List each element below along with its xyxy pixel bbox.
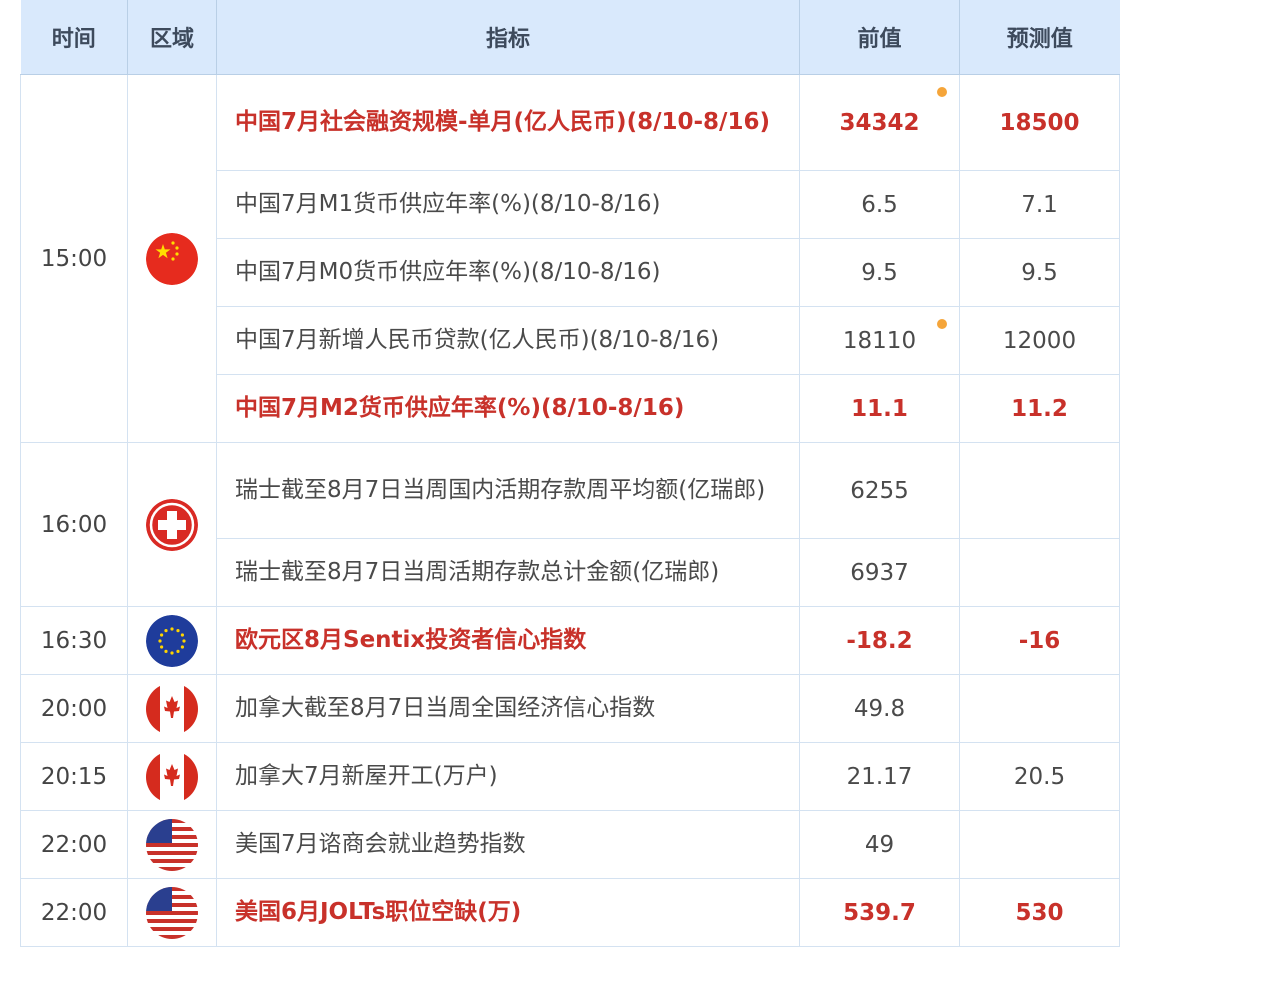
- canada-flag-icon: [146, 750, 198, 803]
- calendar-table: 时间 区域 指标 前值 预测值 15:00 中国7月社会融资规模-单月(亿人民币…: [20, 0, 1120, 947]
- time-cell: 22:00: [20, 878, 128, 947]
- eu-flag-icon: [146, 614, 198, 667]
- header-forecast: 预测值: [959, 0, 1120, 75]
- alert-dot-icon: [937, 319, 947, 329]
- forecast-cell: [959, 674, 1120, 743]
- header-region: 区域: [127, 0, 217, 75]
- region-cell: [127, 878, 217, 947]
- indicator-cell: 中国7月新增人民币贷款(亿人民币)(8/10-8/16): [216, 306, 800, 375]
- indicator-cell: 美国7月谘商会就业趋势指数: [216, 810, 800, 879]
- time-cell: 20:00: [20, 674, 128, 743]
- forecast-cell: -16: [959, 606, 1120, 675]
- region-cell: [127, 810, 217, 879]
- indicator-cell: 中国7月M2货币供应年率(%)(8/10-8/16): [216, 374, 800, 443]
- previous-value: 18110: [842, 327, 917, 354]
- economic-calendar: 时间 区域 指标 前值 预测值 15:00 中国7月社会融资规模-单月(亿人民币…: [20, 0, 1125, 947]
- previous-cell: 6.5: [799, 170, 960, 239]
- indicator-cell: 加拿大截至8月7日当周全国经济信心指数: [216, 674, 800, 743]
- us-flag-icon: [146, 886, 198, 939]
- indicator-cell: 瑞士截至8月7日当周活期存款总计金额(亿瑞郎): [216, 538, 800, 607]
- header-previous: 前值: [799, 0, 960, 75]
- time-cell: 22:00: [20, 810, 128, 879]
- table-row[interactable]: 22:00 美国7月谘商会就业趋势指数 49: [20, 810, 1120, 879]
- forecast-cell: 530: [959, 878, 1120, 947]
- previous-cell: 6255: [799, 442, 960, 539]
- header-indicator: 指标: [216, 0, 800, 75]
- indicator-cell: 中国7月社会融资规模-单月(亿人民币)(8/10-8/16): [216, 74, 800, 171]
- us-flag-icon: [146, 818, 198, 871]
- table-row[interactable]: 15:00 中国7月社会融资规模-单月(亿人民币)(8/10-8/16) 343…: [20, 74, 1120, 443]
- forecast-cell: 11.2: [959, 374, 1120, 443]
- region-cell: [127, 674, 217, 743]
- forecast-cell: [959, 538, 1120, 607]
- indicator-cell: 中国7月M0货币供应年率(%)(8/10-8/16): [216, 238, 800, 307]
- previous-cell: 49.8: [799, 674, 960, 743]
- time-cell: 20:15: [20, 742, 128, 811]
- china-flag-icon: [146, 232, 198, 285]
- region-cell: [127, 742, 217, 811]
- previous-cell: 9.5: [799, 238, 960, 307]
- forecast-cell: [959, 810, 1120, 879]
- indicator-cell: 欧元区8月Sentix投资者信心指数: [216, 606, 800, 675]
- table-row[interactable]: 20:00 加拿大截至8月7日当周全国经济信心指数 49.8: [20, 674, 1120, 743]
- table-row[interactable]: 16:30 欧元区8月Sentix投资者信心指数 -18.2 -16: [20, 606, 1120, 675]
- table-row[interactable]: 22:00 美国6月JOLTs职位空缺(万) 539.7 530: [20, 878, 1120, 947]
- table-row[interactable]: 16:00 瑞士截至8月7日当周国内活期存款周平均额(亿瑞郎) 6255: [20, 442, 1120, 607]
- time-cell: 16:30: [20, 606, 128, 675]
- forecast-cell: 9.5: [959, 238, 1120, 307]
- header-time: 时间: [20, 0, 128, 75]
- forecast-cell: 20.5: [959, 742, 1120, 811]
- forecast-cell: 12000: [959, 306, 1120, 375]
- previous-cell: 49: [799, 810, 960, 879]
- indicator-cell: 中国7月M1货币供应年率(%)(8/10-8/16): [216, 170, 800, 239]
- forecast-cell: [959, 442, 1120, 539]
- previous-cell: 18110: [799, 306, 960, 375]
- indicator-cell: 加拿大7月新屋开工(万户): [216, 742, 800, 811]
- time-cell: 15:00: [20, 74, 128, 443]
- region-cell: [127, 442, 217, 607]
- table-header: 时间 区域 指标 前值 预测值: [20, 0, 1120, 75]
- forecast-cell: 7.1: [959, 170, 1120, 239]
- previous-cell: 21.17: [799, 742, 960, 811]
- previous-value: 34342: [839, 109, 920, 136]
- canada-flag-icon: [146, 682, 198, 735]
- forecast-cell: 18500: [959, 74, 1120, 171]
- indicator-cell: 美国6月JOLTs职位空缺(万): [216, 878, 800, 947]
- time-cell: 16:00: [20, 442, 128, 607]
- switzerland-flag-icon: [146, 498, 198, 551]
- region-cell: [127, 606, 217, 675]
- table-row[interactable]: 20:15 加拿大7月新屋开工(万户) 21.17 20.5: [20, 742, 1120, 811]
- previous-cell: 34342: [799, 74, 960, 171]
- previous-cell: 11.1: [799, 374, 960, 443]
- alert-dot-icon: [937, 87, 947, 97]
- previous-cell: 6937: [799, 538, 960, 607]
- indicator-cell: 瑞士截至8月7日当周国内活期存款周平均额(亿瑞郎): [216, 442, 800, 539]
- previous-cell: 539.7: [799, 878, 960, 947]
- previous-cell: -18.2: [799, 606, 960, 675]
- region-cell: [127, 74, 217, 443]
